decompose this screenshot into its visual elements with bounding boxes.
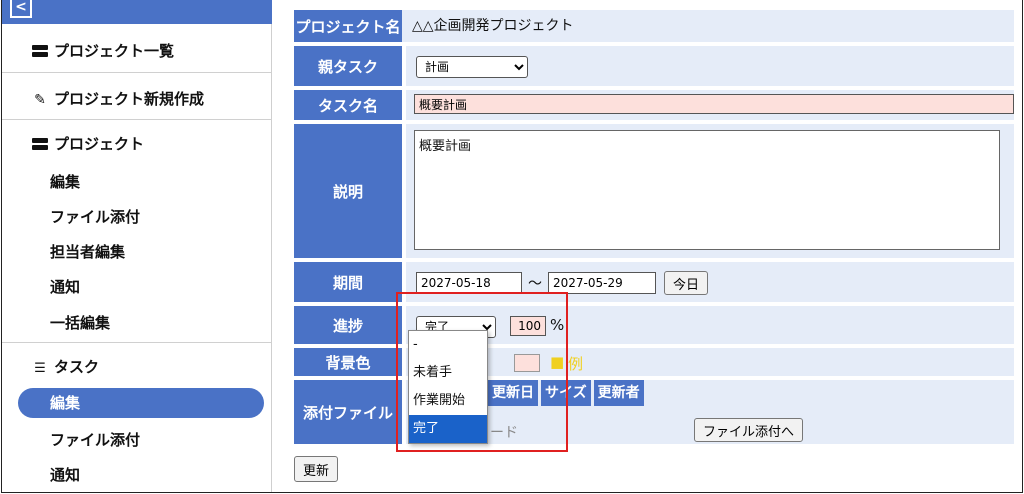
description-label: 説明 <box>294 124 402 258</box>
app-frame: < プロジェクト一覧 ✎ プロジェクト新規作成 プロジェクト 編集 ファイル添付 … <box>1 0 1023 493</box>
sidebar-item-bulk-edit[interactable]: 一括編集 <box>2 312 272 333</box>
progress-label: 進捗 <box>294 306 402 344</box>
sidebar-item-task[interactable]: ☰ タスク <box>2 356 272 377</box>
row-parent-task: 親タスク 計画 <box>294 46 1014 86</box>
divider <box>2 342 272 343</box>
update-button[interactable]: 更新 <box>294 456 339 482</box>
progress-percent-input[interactable] <box>510 316 546 336</box>
color-swatch-icon: ■ <box>550 353 565 371</box>
attach-col-size: サイズ <box>541 380 591 406</box>
dropdown-option[interactable]: 未着手 <box>409 359 487 387</box>
sidebar-item-label: 通知 <box>50 278 81 296</box>
period-end-input[interactable] <box>548 272 656 294</box>
sidebar-item-label: 通知 <box>50 466 81 484</box>
bg-color-example: 例 <box>568 355 584 373</box>
attach-col-updated: 更新日 <box>488 380 538 406</box>
project-name-label: プロジェクト名 <box>294 10 402 42</box>
main-content: プロジェクト名 △△企画開発プロジェクト 親タスク 計画 タスク名 概要計画 説… <box>272 0 1022 492</box>
pencil-icon: ✎ <box>34 92 46 108</box>
sidebar-item-assignee-edit[interactable]: 担当者編集 <box>2 241 272 262</box>
list-icon <box>32 45 48 57</box>
attach-table-header: 更新日 サイズ 更新者 <box>488 380 644 406</box>
progress-cell: 完了 % <box>406 306 1014 344</box>
divider <box>2 119 272 120</box>
divider <box>2 72 272 73</box>
progress-dropdown-list: - 未着手 作業開始 完了 <box>408 330 488 444</box>
period-start-input[interactable] <box>416 272 522 294</box>
sidebar-item-task-edit[interactable]: 編集 <box>18 388 264 418</box>
sidebar-item-new-project[interactable]: ✎ プロジェクト新規作成 <box>2 88 272 109</box>
dropdown-option[interactable]: 作業開始 <box>409 387 487 415</box>
sidebar-item-project-attach[interactable]: ファイル添付 <box>2 206 272 227</box>
bg-color-cell: ■ 例 <box>406 348 1014 376</box>
task-name-cell <box>406 90 1014 120</box>
sidebar-item-label: ファイル添付 <box>50 431 141 449</box>
row-period: 期間 〜 今日 <box>294 262 1014 302</box>
attach-upload-text: ード <box>490 425 518 441</box>
row-bg-color: 背景色 ■ 例 <box>294 348 1014 376</box>
sidebar-item-project-notify[interactable]: 通知 <box>2 276 272 297</box>
attach-col-updater: 更新者 <box>593 380 644 406</box>
sidebar-item-project-edit[interactable]: 編集 <box>2 171 272 192</box>
checklist-icon: ☰ <box>34 361 46 376</box>
sidebar-item-label: ファイル添付 <box>50 208 141 226</box>
period-separator: 〜 <box>528 276 542 292</box>
attach-cell: 更新日 サイズ 更新者 ード ファイル添付へ <box>406 380 1014 444</box>
sidebar-item-label: 編集 <box>50 173 81 191</box>
sidebar-item-task-notify[interactable]: 通知 <box>2 464 272 485</box>
back-button[interactable]: < <box>10 0 32 18</box>
percent-sign: % <box>550 316 565 334</box>
task-name-input[interactable] <box>414 94 1014 114</box>
attach-file-button[interactable]: ファイル添付へ <box>694 418 804 442</box>
sidebar-item-label: 一括編集 <box>50 314 111 332</box>
project-name-value: △△企画開発プロジェクト <box>402 10 1014 42</box>
parent-task-select[interactable]: 計画 <box>416 56 528 78</box>
dropdown-option-selected[interactable]: 完了 <box>409 415 487 443</box>
list-icon <box>32 138 48 150</box>
bg-color-label: 背景色 <box>294 348 402 376</box>
today-button[interactable]: 今日 <box>664 271 709 295</box>
parent-task-label: 親タスク <box>294 46 402 86</box>
attach-label: 添付ファイル <box>294 380 402 444</box>
row-attachments: 添付ファイル 更新日 サイズ 更新者 ード ファイル添付へ <box>294 380 1014 444</box>
sidebar-item-task-attach[interactable]: ファイル添付 <box>2 429 272 450</box>
sidebar-item-label: プロジェクト新規作成 <box>54 90 205 108</box>
row-project-name: プロジェクト名 △△企画開発プロジェクト <box>294 10 1014 42</box>
row-description: 説明 概要計画 <box>294 124 1014 258</box>
sidebar-item-label: プロジェクト一覧 <box>54 42 175 60</box>
sidebar-item-label: 担当者編集 <box>50 243 126 261</box>
description-cell: 概要計画 <box>406 124 1014 258</box>
period-label: 期間 <box>294 262 402 302</box>
sidebar-item-label: タスク <box>54 358 100 376</box>
row-task-name: タスク名 <box>294 90 1014 120</box>
bg-color-input[interactable] <box>514 354 540 372</box>
row-progress: 進捗 完了 % <box>294 306 1014 344</box>
sidebar-item-label: プロジェクト <box>54 135 145 153</box>
sidebar-topbar: < <box>2 0 272 24</box>
description-textarea[interactable]: 概要計画 <box>414 130 1000 250</box>
task-name-label: タスク名 <box>294 90 402 120</box>
parent-task-cell: 計画 <box>406 46 1014 86</box>
sidebar-item-project[interactable]: プロジェクト <box>2 133 272 154</box>
period-cell: 〜 今日 <box>406 262 1014 302</box>
sidebar-item-project-list[interactable]: プロジェクト一覧 <box>2 40 272 61</box>
sidebar: < プロジェクト一覧 ✎ プロジェクト新規作成 プロジェクト 編集 ファイル添付 … <box>2 0 272 492</box>
dropdown-option[interactable]: - <box>409 331 487 359</box>
